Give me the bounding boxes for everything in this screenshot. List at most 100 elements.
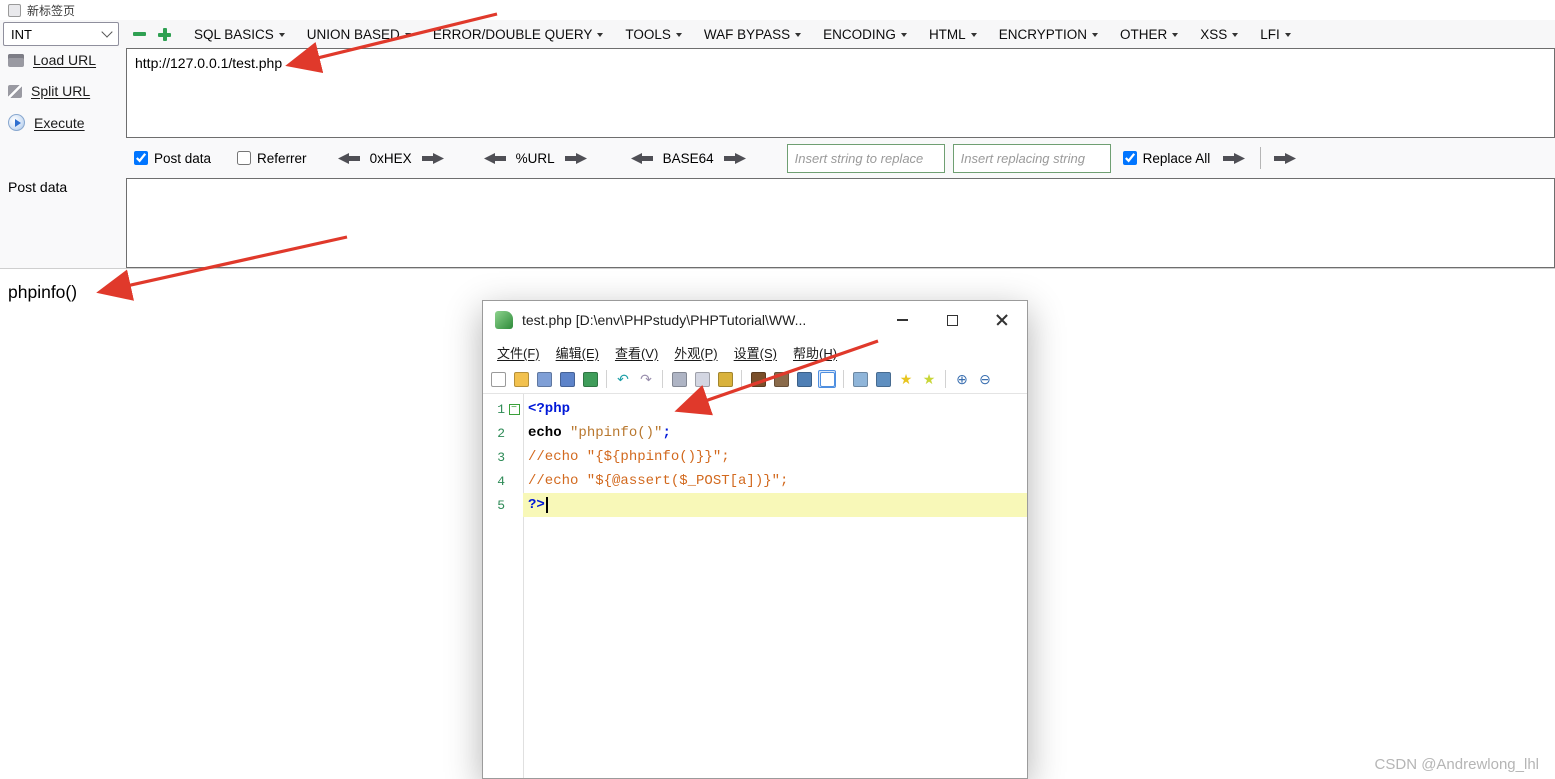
hackbar-menu-error-double-query[interactable]: ERROR/DOUBLE QUERY: [422, 20, 615, 48]
copy-icon[interactable]: [693, 370, 711, 388]
redo-icon[interactable]: ↷: [637, 370, 655, 388]
paste-icon[interactable]: [716, 370, 734, 388]
menu-label: ERROR/DOUBLE QUERY: [432, 26, 593, 42]
npp-menu-item-4[interactable]: 设置(S): [726, 343, 785, 362]
find-in-files-icon[interactable]: [772, 370, 790, 388]
hackbar-menu-tools[interactable]: TOOLS: [614, 20, 693, 48]
notepad-titlebar[interactable]: test.php [D:\env\PHPstudy\PHPTutorial\WW…: [483, 301, 1027, 339]
browser-tab[interactable]: 新标签页: [0, 0, 1555, 20]
bookmark-icon[interactable]: ★: [897, 370, 915, 388]
close-button[interactable]: [977, 301, 1027, 339]
code-line[interactable]: 3 //echo "{${phpinfo()}}";: [483, 445, 1027, 469]
tab-title: 新标签页: [27, 3, 76, 18]
open-folder-icon[interactable]: [512, 370, 530, 388]
hackbar-controls-row: Post data Referrer 0xHEX %URL BASE64 Ins…: [126, 138, 1555, 178]
url-decode-arrow[interactable]: [483, 152, 507, 165]
hex-label: 0xHEX: [369, 150, 412, 166]
save-all-icon[interactable]: [558, 370, 576, 388]
save-icon[interactable]: [535, 370, 553, 388]
execute-label: Execute: [34, 114, 85, 131]
url-input[interactable]: http://127.0.0.1/test.php: [126, 48, 1555, 138]
preset-select-value: INT: [11, 26, 32, 42]
code-text[interactable]: //echo "{${phpinfo()}}";: [523, 445, 1027, 469]
show-symbols-icon[interactable]: [851, 370, 869, 388]
hex-encode-arrow[interactable]: [421, 152, 445, 165]
undo-icon[interactable]: ↶: [614, 370, 632, 388]
code-line[interactable]: 5 ?>: [483, 493, 1027, 517]
npp-menu-item-0[interactable]: 文件(F): [489, 343, 548, 362]
code-text[interactable]: echo "phpinfo()";: [523, 421, 1027, 445]
base64-encode-arrow[interactable]: [723, 152, 747, 165]
hackbar-menu-lfi[interactable]: LFI: [1249, 20, 1302, 48]
word-wrap-icon[interactable]: [818, 370, 836, 388]
npp-menu-item-5[interactable]: 帮助(H): [785, 343, 845, 362]
post-data-checkbox-input[interactable]: [134, 151, 148, 165]
find-icon[interactable]: [749, 370, 767, 388]
code-line[interactable]: 1− <?php: [483, 397, 1027, 421]
code-editor[interactable]: 1− <?php 2 echo "phpinfo()"; 3 //echo "{${php…: [483, 393, 1027, 778]
cut-icon[interactable]: [670, 370, 688, 388]
extra-apply-arrow[interactable]: [1273, 152, 1297, 165]
fold-collapse-icon[interactable]: −: [508, 403, 520, 415]
zoom-in-icon[interactable]: ⊕: [953, 370, 971, 388]
hackbar-menu-encoding[interactable]: ENCODING: [812, 20, 918, 48]
toolbar-separator: [843, 370, 844, 388]
load-url-label: Load URL: [33, 52, 97, 68]
menu-label: SQL BASICS: [194, 26, 274, 42]
hex-decode-arrow[interactable]: [337, 152, 361, 165]
hackbar-menu-encryption[interactable]: ENCRYPTION: [988, 20, 1109, 48]
hackbar-menu-xss[interactable]: XSS: [1189, 20, 1249, 48]
caret-down-icon: [970, 33, 977, 37]
hackbar-menu-waf-bypass[interactable]: WAF BYPASS: [693, 20, 812, 48]
hackbar-menu-union-based[interactable]: UNION BASED: [296, 20, 422, 48]
minimize-button[interactable]: [877, 301, 927, 339]
referrer-checkbox-input[interactable]: [237, 151, 252, 165]
menu-label: ENCODING: [823, 26, 896, 42]
caret-down-icon: [675, 33, 682, 37]
hackbar-menu-sql-basics[interactable]: SQL BASICS: [183, 20, 296, 48]
url-encode-arrow[interactable]: [564, 152, 588, 165]
maximize-button[interactable]: [927, 301, 977, 339]
chevron-down-icon: [101, 26, 113, 38]
replace-all-checkbox[interactable]: Replace All: [1122, 151, 1210, 166]
npp-menu-item-1[interactable]: 编辑(E): [548, 343, 607, 362]
zoom-out-icon[interactable]: ⊖: [976, 370, 994, 388]
menu-label: UNION BASED: [306, 26, 400, 42]
bookmark-next-icon[interactable]: ★: [920, 370, 938, 388]
npp-menu-item-2[interactable]: 查看(V): [607, 343, 666, 362]
urlenc-label: %URL: [515, 150, 555, 166]
post-data-input[interactable]: [126, 178, 1555, 268]
post-data-checkbox[interactable]: Post data: [134, 151, 211, 166]
tab-favicon: [8, 3, 21, 17]
reload-icon[interactable]: [581, 370, 599, 388]
split-url-button[interactable]: Split URL: [8, 83, 90, 99]
menu-label: ENCRYPTION: [998, 26, 1087, 42]
code-line[interactable]: 2 echo "phpinfo()";: [483, 421, 1027, 445]
replace-apply-arrow[interactable]: [1222, 152, 1246, 165]
code-line[interactable]: 4 //echo "${@assert($_POST[a])}";: [483, 469, 1027, 493]
replacing-string-input[interactable]: [952, 143, 1111, 173]
npp-menu-item-3[interactable]: 外观(P): [666, 343, 725, 362]
load-url-button[interactable]: Load URL: [8, 52, 96, 68]
code-text[interactable]: ?>: [523, 493, 1027, 517]
hackbar-menu-other[interactable]: OTHER: [1109, 20, 1189, 48]
zoom-icon[interactable]: [795, 370, 813, 388]
text-caret: [545, 497, 548, 513]
code-text[interactable]: <?php: [523, 397, 1027, 421]
hackbar-menu-html[interactable]: HTML: [918, 20, 988, 48]
caret-down-icon: [404, 33, 411, 37]
base64-decode-arrow[interactable]: [630, 152, 654, 165]
replace-all-checkbox-input[interactable]: [1122, 151, 1137, 165]
remove-icon[interactable]: [133, 32, 146, 36]
execute-button[interactable]: Execute: [8, 114, 85, 131]
code-text[interactable]: //echo "${@assert($_POST[a])}";: [523, 469, 1027, 493]
phpinfo-text: phpinfo(): [8, 282, 78, 302]
split-url-label: Split URL: [31, 83, 91, 99]
replace-string-input[interactable]: [786, 143, 945, 173]
referrer-checkbox[interactable]: Referrer: [237, 151, 307, 166]
add-icon[interactable]: [158, 27, 171, 41]
zoom-doc-icon[interactable]: [874, 370, 892, 388]
new-file-icon[interactable]: [489, 370, 507, 388]
preset-select[interactable]: INT: [3, 22, 119, 46]
load-url-icon: [8, 53, 24, 67]
